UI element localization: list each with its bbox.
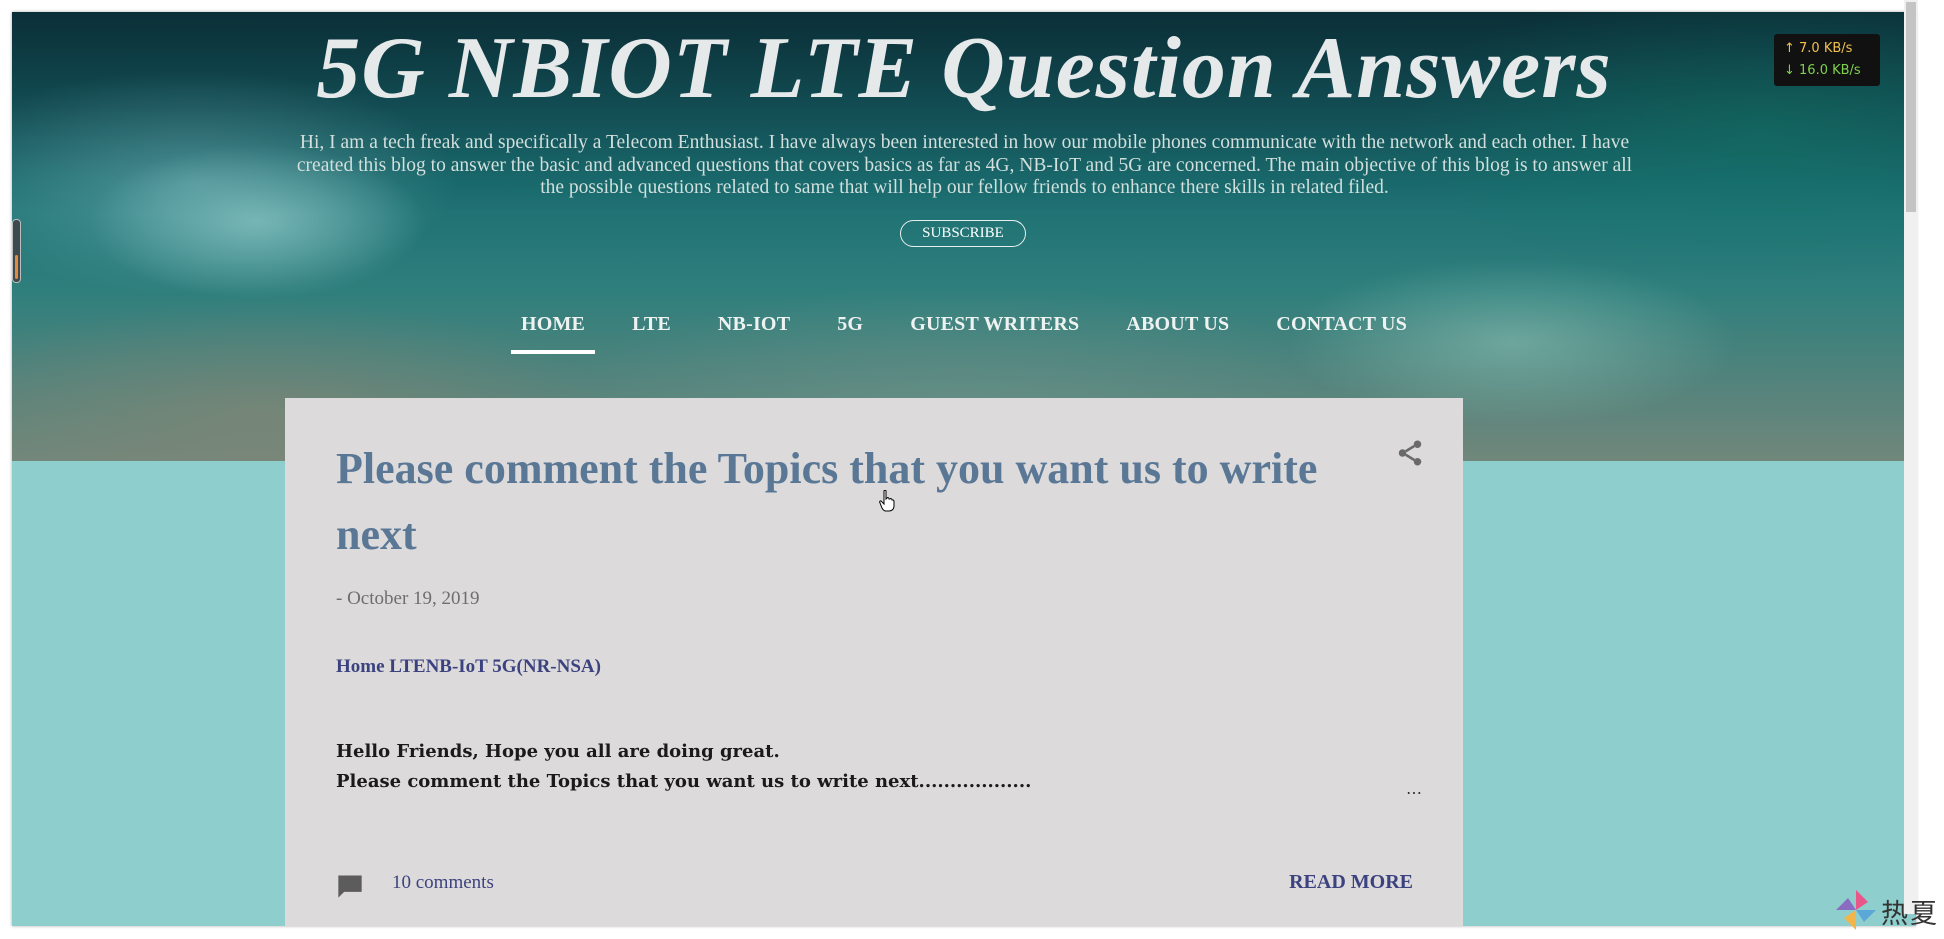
nav-home[interactable]: HOME	[510, 313, 596, 354]
nav-guest-writers[interactable]: GUEST WRITERS	[910, 313, 1079, 354]
snippet-ellipsis: …	[1406, 779, 1422, 798]
main-nav: HOME LTE NB-IOT 5G GUEST WRITERS ABOUT U…	[12, 313, 1916, 354]
nav-lte[interactable]: LTE	[632, 313, 671, 354]
brand-watermark: 热夏	[1881, 899, 1939, 930]
upload-speed: ↑ 7.0 KB/s	[1784, 41, 1853, 56]
vertical-scrollbar[interactable]	[1904, 0, 1918, 914]
nav-5g[interactable]: 5G	[837, 313, 863, 354]
post-labels[interactable]: Home LTENB-IoT 5G(NR-NSA)	[336, 656, 601, 678]
post-date: - October 19, 2019	[336, 588, 480, 609]
comment-icon[interactable]	[336, 872, 364, 900]
nav-about-us[interactable]: ABOUT US	[1126, 313, 1229, 354]
post-card: Please comment the Topics that you want …	[285, 398, 1463, 926]
share-icon[interactable]	[1395, 438, 1425, 468]
scrollbar-thumb[interactable]	[1906, 2, 1916, 212]
nav-nb-iot[interactable]: NB-IOT	[718, 313, 790, 354]
comments-link[interactable]: 10 comments	[392, 872, 494, 894]
post-snippet-line-1: Hello Friends, Hope you all are doing gr…	[336, 741, 780, 762]
read-more-link[interactable]: READ MORE	[1289, 871, 1413, 894]
download-speed: ↓ 16.0 KB/s	[1784, 63, 1861, 78]
browser-viewport: 5G NBIOT LTE Question Answers Hi, I am a…	[12, 12, 1916, 926]
network-speed-widget: ↑ 7.0 KB/s ↓ 16.0 KB/s	[1774, 34, 1880, 86]
blog-title[interactable]: 5G NBIOT LTE Question Answers	[12, 18, 1916, 119]
blog-description: Hi, I am a tech freak and specifically a…	[296, 132, 1633, 198]
nav-contact-us[interactable]: CONTACT US	[1276, 313, 1407, 354]
post-title[interactable]: Please comment the Topics that you want …	[336, 436, 1356, 568]
hand-cursor-icon	[879, 490, 895, 512]
subscribe-button[interactable]: SUBSCRIBE	[900, 220, 1026, 247]
side-panel-handle[interactable]	[12, 219, 21, 283]
post-snippet-line-2: Please comment the Topics that you want …	[336, 771, 1032, 792]
post-snippet: Hello Friends, Hope you all are doing gr…	[336, 737, 1386, 797]
pinwheel-logo-icon	[1836, 890, 1876, 930]
